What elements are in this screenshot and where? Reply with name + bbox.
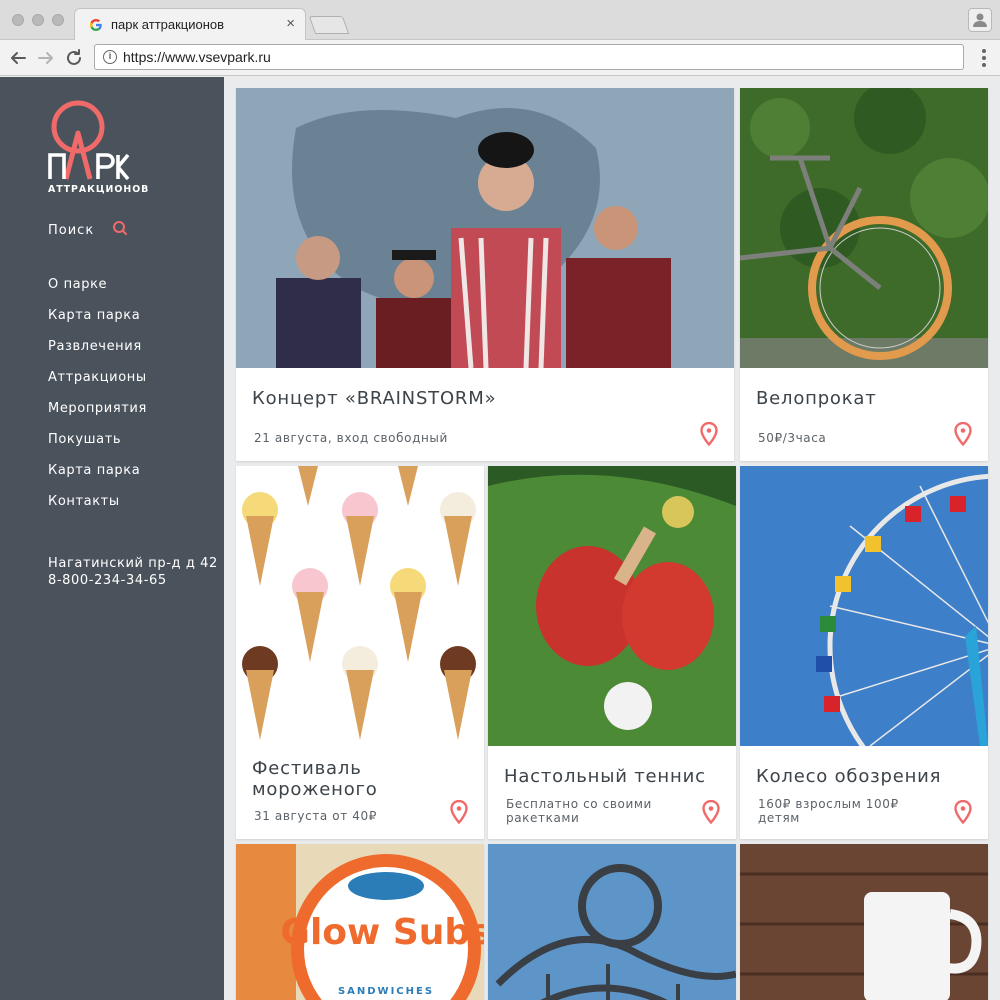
address-bar[interactable]: i https://www.vsevpark.ru — [94, 44, 964, 70]
contact-info: Нагатинский пр-д д 42 8-800-234-34-65 — [48, 555, 218, 589]
phone-text[interactable]: 8-800-234-34-65 — [48, 572, 218, 589]
url-text[interactable]: https://www.vsevpark.ru — [123, 49, 271, 65]
tab-title: парк аттракционов — [111, 17, 225, 32]
browser-titlebar: парк аттракционов × — [0, 0, 1000, 41]
card-subtitle: Бесплатно со своими ракетками — [506, 797, 652, 825]
new-tab-button[interactable] — [308, 16, 350, 34]
reload-icon[interactable] — [62, 46, 86, 70]
card-title[interactable]: Концерт «BRAINSTORM» — [252, 388, 496, 409]
card-title[interactable]: Колесо обозрения — [756, 766, 941, 787]
roller-coaster-photo — [488, 844, 736, 1000]
location-pin-icon[interactable] — [450, 800, 468, 824]
ferris-wheel-photo — [740, 466, 988, 746]
location-pin-icon[interactable] — [954, 422, 972, 446]
location-pin-icon[interactable] — [702, 800, 720, 824]
card-concert[interactable]: Концерт «BRAINSTORM» 21 августа, вход св… — [236, 88, 734, 461]
glow-subs-tagline: SANDWICHES — [338, 986, 434, 997]
back-arrow-icon[interactable] — [6, 46, 30, 70]
card-cafe[interactable] — [740, 844, 988, 1000]
card-subtitle: 160₽ взрослым 100₽ детям — [758, 797, 899, 825]
glow-subs-logo-text: Glow Subs — [280, 912, 484, 953]
search-label[interactable]: Поиск — [48, 223, 94, 238]
location-pin-icon[interactable] — [700, 422, 718, 446]
sidebar-item-map-2[interactable]: Карта парка — [48, 463, 147, 494]
minimize-window-button[interactable] — [32, 14, 44, 26]
card-ferris-wheel[interactable]: Колесо обозрения 160₽ взрослым 100₽ детя… — [740, 466, 988, 839]
sidebar-item-about[interactable]: О парке — [48, 277, 147, 308]
maximize-window-button[interactable] — [52, 14, 64, 26]
sidebar-item-events[interactable]: Мероприятия — [48, 401, 147, 432]
tab-close-icon[interactable]: × — [286, 15, 295, 32]
content-grid: Концерт «BRAINSTORM» 21 августа, вход св… — [224, 77, 1000, 1000]
card-bike-rental[interactable]: Велопрокат 50₽/3часа — [740, 88, 988, 461]
logo-subtitle: АТТРАКЦИОНОВ — [48, 184, 149, 195]
park-logo[interactable]: АТТРАКЦИОНОВ — [46, 99, 156, 197]
sidebar-item-entertainment[interactable]: Развлечения — [48, 339, 147, 370]
coffee-cup-photo — [740, 844, 988, 1000]
browser-tab[interactable]: парк аттракционов × — [74, 8, 306, 41]
sidebar-item-food[interactable]: Покушать — [48, 432, 147, 463]
card-title[interactable]: Фестиваль мороженого — [252, 758, 432, 800]
bicycle-photo — [740, 88, 988, 368]
glow-subs-sign-photo: Glow Subs SANDWICHES — [236, 844, 484, 1000]
sidebar: АТТРАКЦИОНОВ Поиск О парке Карта парка Р… — [0, 77, 224, 1000]
profile-button[interactable] — [968, 8, 992, 32]
card-subtitle: 50₽/3часа — [758, 431, 827, 445]
card-title[interactable]: Настольный теннис — [504, 766, 706, 787]
sidebar-item-contacts[interactable]: Контакты — [48, 494, 147, 525]
person-icon — [973, 13, 987, 27]
sidebar-menu: О парке Карта парка Развлечения Аттракци… — [48, 277, 147, 525]
info-icon[interactable]: i — [103, 50, 117, 64]
sidebar-item-map[interactable]: Карта парка — [48, 308, 147, 339]
card-roller-coaster[interactable] — [488, 844, 736, 1000]
card-subtitle: 31 августа от 40₽ — [254, 809, 377, 823]
address-text: Нагатинский пр-д д 42 — [48, 556, 218, 571]
card-table-tennis[interactable]: Настольный теннис Бесплатно со своими ра… — [488, 466, 736, 839]
ice-cream-photo — [236, 466, 484, 746]
card-glow-subs[interactable]: Glow Subs SANDWICHES — [236, 844, 484, 1000]
table-tennis-photo — [488, 466, 736, 746]
card-title[interactable]: Велопрокат — [756, 388, 877, 409]
close-window-button[interactable] — [12, 14, 24, 26]
search-icon[interactable] — [112, 220, 128, 236]
card-subtitle: 21 августа, вход свободный — [254, 431, 448, 445]
search-row[interactable]: Поиск — [48, 219, 198, 239]
forward-arrow-icon[interactable] — [34, 46, 58, 70]
browser-toolbar: i https://www.vsevpark.ru — [0, 40, 1000, 76]
browser-menu-icon[interactable] — [982, 49, 986, 67]
sidebar-item-attractions[interactable]: Аттракционы — [48, 370, 147, 401]
card-ice-cream-festival[interactable]: Фестиваль мороженого 31 августа от 40₽ — [236, 466, 484, 839]
google-favicon-icon — [90, 19, 102, 31]
concert-photo — [236, 88, 734, 368]
location-pin-icon[interactable] — [954, 800, 972, 824]
